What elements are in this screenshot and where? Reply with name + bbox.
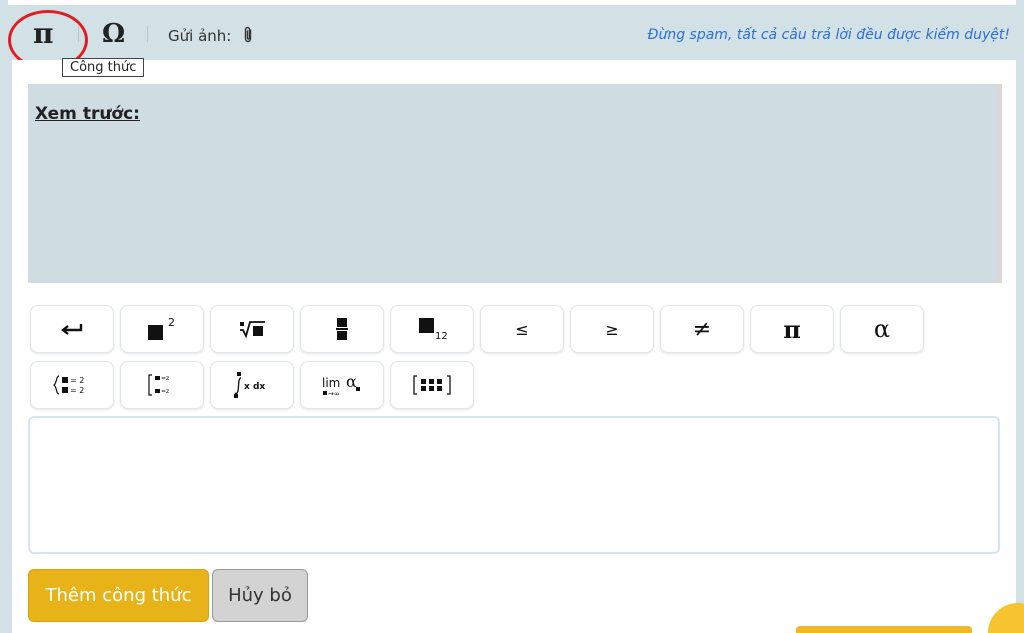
alpha-button[interactable]: α bbox=[840, 305, 924, 353]
greater-equal-button[interactable]: ≥ bbox=[570, 305, 654, 353]
limit-label: lim bbox=[322, 376, 340, 390]
subscript-icon: 12 bbox=[419, 318, 448, 342]
less-equal-label: ≤ bbox=[515, 319, 529, 339]
cancel-button[interactable]: Hủy bỏ bbox=[212, 569, 308, 622]
integral-button[interactable]: x dx bbox=[210, 361, 294, 409]
fraction-icon bbox=[336, 318, 348, 340]
alpha-label: α bbox=[873, 315, 891, 343]
formula-input[interactable] bbox=[28, 416, 1000, 554]
upload-label: Gửi ảnh: bbox=[168, 27, 232, 45]
superscript-icon: 2 bbox=[148, 316, 175, 340]
greater-equal-label: ≥ bbox=[605, 319, 619, 339]
svg-text:=z: =z bbox=[161, 388, 169, 395]
toolbar-separator bbox=[147, 26, 148, 42]
moderation-notice: Đừng spam, tất cả câu trả lời đều được k… bbox=[647, 27, 1010, 43]
system-eq-line-1: = 2 bbox=[70, 376, 84, 385]
symbol-row-2: = 2 = 2 =z =z x dx lim →∞ α bbox=[30, 361, 474, 409]
formula-tooltip: Công thức bbox=[62, 58, 145, 77]
system-eq-line-2: = 2 bbox=[70, 386, 84, 395]
integral-icon: x dx bbox=[234, 372, 265, 398]
superscript-button[interactable]: 2 bbox=[120, 305, 204, 353]
upload-image[interactable]: Gửi ảnh: bbox=[168, 26, 254, 45]
matrix-button[interactable] bbox=[390, 361, 474, 409]
nth-root-button[interactable] bbox=[210, 305, 294, 353]
limit-alpha-label: α bbox=[346, 372, 357, 391]
limit-icon: lim →∞ α bbox=[322, 372, 360, 398]
symbol-row-1: 2 12 ≤ ≥ ≠ π α bbox=[30, 305, 924, 353]
subscript-button[interactable]: 12 bbox=[390, 305, 474, 353]
system-equation-button[interactable]: = 2 = 2 bbox=[30, 361, 114, 409]
preview-label: Xem trước: bbox=[35, 104, 140, 124]
formula-toolbar: π Ω Gửi ảnh: Đừng spam, tất cả câu trả l… bbox=[0, 14, 1024, 58]
fraction-button[interactable] bbox=[300, 305, 384, 353]
paperclip-icon[interactable] bbox=[242, 26, 254, 44]
less-equal-button[interactable]: ≤ bbox=[480, 305, 564, 353]
bracket-system-icon: =z =z bbox=[148, 374, 169, 396]
limit-button[interactable]: lim →∞ α bbox=[300, 361, 384, 409]
integral-label: x dx bbox=[244, 382, 265, 392]
bracket-system-button[interactable]: =z =z bbox=[120, 361, 204, 409]
subscript-label: 12 bbox=[435, 331, 448, 342]
pi-label: π bbox=[783, 314, 801, 344]
not-equal-label: ≠ bbox=[692, 316, 712, 342]
top-strip bbox=[8, 0, 1016, 5]
toolbar-separator bbox=[78, 26, 79, 42]
enter-icon bbox=[61, 324, 83, 335]
svg-text:=z: =z bbox=[161, 375, 169, 382]
add-formula-button[interactable]: Thêm công thức bbox=[28, 569, 209, 622]
matrix-icon bbox=[413, 375, 451, 395]
submit-button-edge[interactable] bbox=[796, 626, 972, 633]
formula-preview: Xem trước: bbox=[28, 84, 1002, 283]
not-equal-button[interactable]: ≠ bbox=[660, 305, 744, 353]
newline-button[interactable] bbox=[30, 305, 114, 353]
special-chars-omega-button[interactable]: Ω bbox=[102, 20, 125, 48]
pi-button[interactable]: π bbox=[750, 305, 834, 353]
superscript-label: 2 bbox=[168, 316, 175, 329]
svg-text:→∞: →∞ bbox=[328, 390, 340, 398]
formula-pi-button[interactable]: π bbox=[33, 20, 54, 48]
root-icon bbox=[240, 321, 265, 339]
system-equation-icon: = 2 = 2 bbox=[52, 375, 84, 395]
